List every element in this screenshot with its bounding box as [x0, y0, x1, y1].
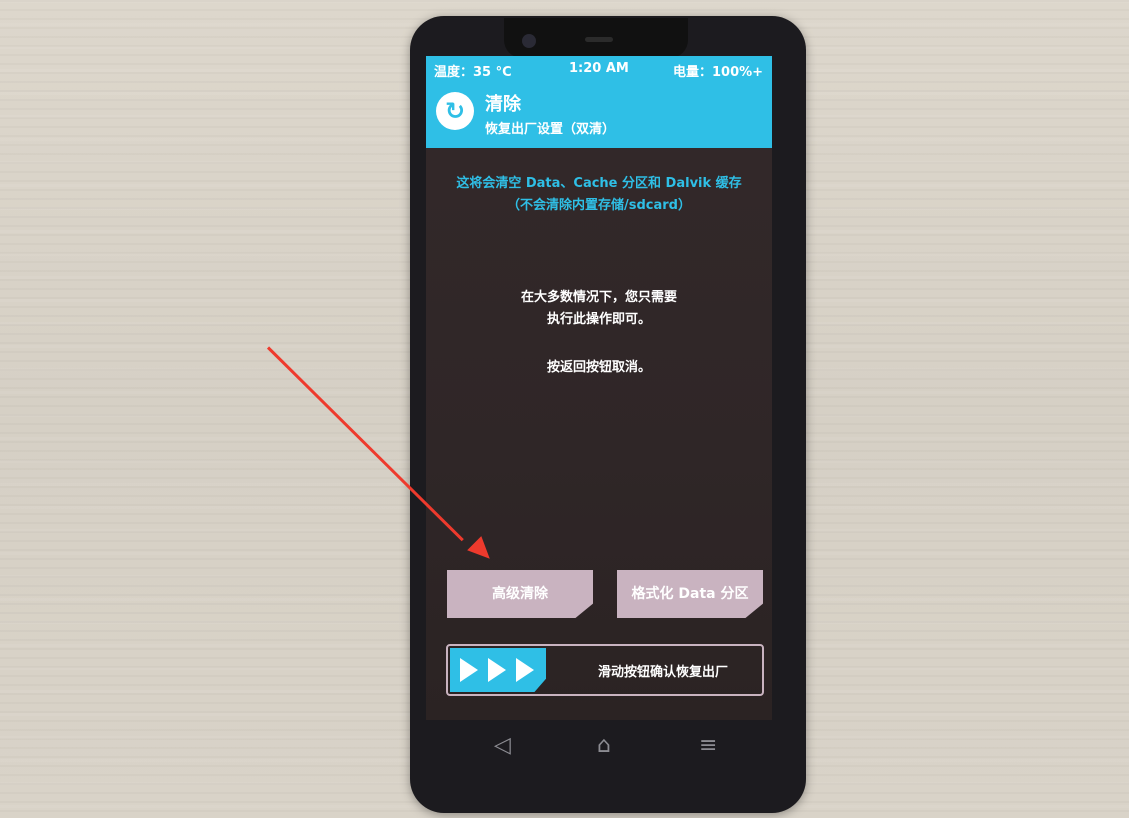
navigation-bar: ◁ ⌂ ≡ — [426, 728, 772, 768]
twrp-logo-icon: ↻ — [436, 92, 474, 130]
phone-screen: 温度：35 °C 1:20 AM 电量：100%+ ↻ 清除 恢复出厂设置（双清… — [426, 56, 772, 720]
play-arrow-icon — [488, 658, 506, 682]
swipe-to-wipe-slider[interactable]: 滑动按钮确认恢复出厂 — [446, 644, 764, 696]
play-arrow-icon — [516, 658, 534, 682]
menu-icon[interactable]: ≡ — [699, 733, 717, 758]
info-line-5: 按返回按钮取消。 — [546, 360, 651, 375]
battery-status: 电量：100%+ — [673, 65, 764, 80]
slider-handle[interactable] — [450, 648, 546, 692]
home-icon[interactable]: ⌂ — [597, 733, 611, 758]
info-line-3: 在大多数情况下，您只需要 — [520, 290, 677, 305]
time-status: 1:20 AM — [569, 61, 629, 76]
page-subtitle: 恢复出厂设置（双清） — [485, 122, 616, 137]
status-bar: 温度：35 °C 1:20 AM 电量：100%+ — [426, 56, 772, 82]
info-line-4: 执行此操作即可。 — [546, 312, 651, 327]
advanced-wipe-button[interactable]: 高级清除 — [447, 570, 593, 618]
format-data-button[interactable]: 格式化 Data 分区 — [617, 570, 763, 618]
front-camera — [522, 34, 536, 48]
info-line-2: （不会清除内置存储/sdcard） — [507, 198, 691, 213]
info-line-1: 这将会清空 Data、Cache 分区和 Dalvik 缓存 — [456, 176, 742, 191]
slider-label: 滑动按钮确认恢复出厂 — [598, 665, 729, 680]
back-icon[interactable]: ◁ — [494, 733, 511, 758]
temperature-status: 温度：35 °C — [434, 65, 512, 80]
title-bar: ↻ 清除 恢复出厂设置（双清） — [426, 82, 772, 148]
page-title: 清除 — [485, 94, 521, 115]
play-arrow-icon — [460, 658, 478, 682]
earpiece-speaker — [585, 37, 613, 42]
